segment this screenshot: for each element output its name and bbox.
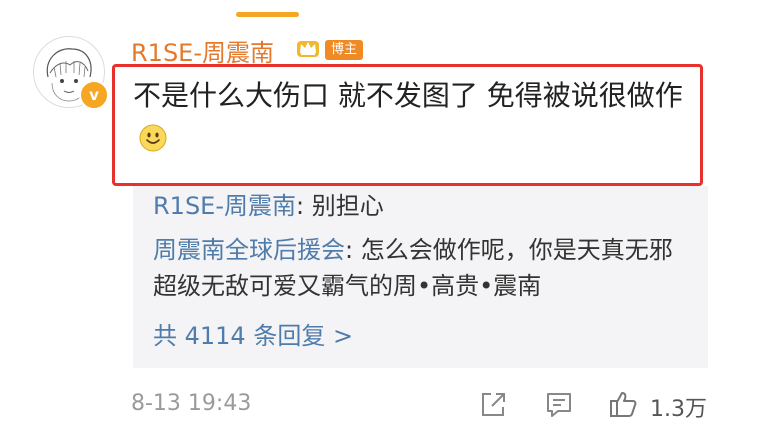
- comment-text-block: 不是什么大伤口 就不发图了 免得被说很做作: [133, 75, 693, 159]
- blogger-badge: 博主: [325, 40, 363, 60]
- reply-item[interactable]: 周震南全球后援会: 怎么会做作呢，你是天真无邪超级无敌可爱又霸气的周•高贵•震南: [153, 232, 693, 304]
- reply-author[interactable]: R1SE-周震南: [153, 192, 296, 220]
- like-count: 1.3万: [650, 397, 707, 422]
- share-icon[interactable]: [478, 388, 508, 420]
- reply-text: : 别担心: [296, 192, 384, 220]
- replies-panel: R1SE-周震南: 别担心 周震南全球后援会: 怎么会做作呢，你是天真无邪超级无…: [133, 186, 708, 368]
- more-replies-link[interactable]: 共 4114 条回复 >: [153, 316, 353, 351]
- comment-text: 不是什么大伤口 就不发图了 免得被说很做作: [133, 79, 683, 112]
- like-icon[interactable]: [608, 388, 638, 420]
- crown-icon: [297, 41, 319, 57]
- reply-item[interactable]: R1SE-周震南: 别担心: [153, 188, 384, 224]
- smile-emoji-icon: [139, 124, 167, 152]
- comment-timestamp: 8-13 19:43: [131, 391, 252, 416]
- comment-icon[interactable]: [544, 388, 574, 420]
- verified-badge: v: [79, 80, 109, 110]
- comment-username[interactable]: R1SE-周震南: [131, 33, 274, 68]
- sheet-grip-handle[interactable]: [236, 12, 299, 17]
- reply-author[interactable]: 周震南全球后援会: [153, 236, 345, 264]
